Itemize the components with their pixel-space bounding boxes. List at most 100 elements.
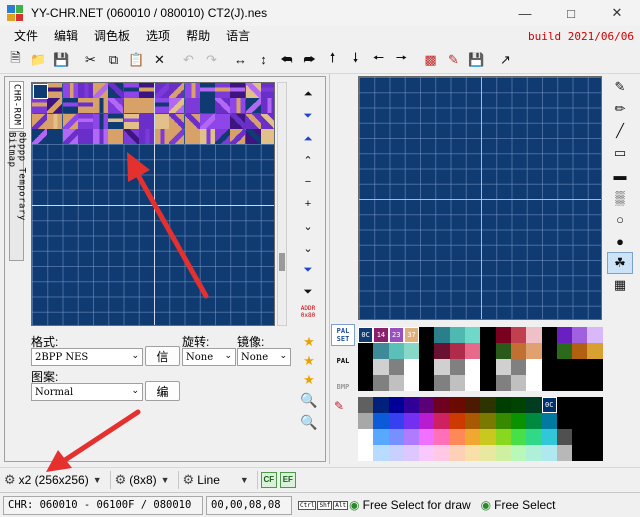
zoom-select[interactable]: ⚙ x2 (256x256) ▼ xyxy=(4,469,102,491)
master-palette-swatch[interactable] xyxy=(587,445,603,461)
palette-swatch[interactable] xyxy=(358,375,374,391)
palette-swatch[interactable] xyxy=(434,343,450,359)
palette-swatch[interactable] xyxy=(587,343,603,359)
palette-swatch[interactable] xyxy=(495,343,511,359)
palette-swatch[interactable] xyxy=(556,359,573,375)
palette-swatch[interactable] xyxy=(572,359,588,375)
master-palette-swatch[interactable] xyxy=(449,413,466,429)
master-palette-swatch[interactable] xyxy=(510,413,527,429)
master-palette-swatch[interactable] xyxy=(510,429,527,445)
master-palette-swatch[interactable] xyxy=(403,429,420,445)
palette-swatch[interactable]: 37 xyxy=(403,327,420,343)
master-palette-swatch[interactable] xyxy=(572,429,588,445)
palette-swatch[interactable] xyxy=(526,343,542,359)
master-palette-swatch[interactable] xyxy=(465,445,481,461)
master-palette-swatch[interactable] xyxy=(373,429,389,445)
palette-swatch[interactable] xyxy=(373,359,389,375)
tab-pal[interactable]: PAL xyxy=(331,350,355,372)
edit-pattern-button[interactable]: 编 xyxy=(145,381,180,401)
master-palette-swatch[interactable] xyxy=(434,413,450,429)
palette-swatch[interactable] xyxy=(419,327,435,343)
palette-swatch[interactable] xyxy=(510,343,527,359)
chr-tile-view[interactable] xyxy=(31,82,275,326)
new-file-icon[interactable]: 🗎 xyxy=(4,49,27,71)
palette-swatch[interactable] xyxy=(419,375,435,391)
master-palette-swatch[interactable] xyxy=(587,429,603,445)
master-palette-swatch[interactable] xyxy=(480,429,496,445)
master-palette-swatch[interactable] xyxy=(495,397,511,413)
shift-left-icon[interactable]: 🠔 xyxy=(367,49,390,71)
master-palette-swatch[interactable] xyxy=(495,429,511,445)
rectangle-icon[interactable]: ▭ xyxy=(607,142,633,164)
menu-help[interactable]: 帮助 xyxy=(178,26,218,46)
palette-swatch[interactable] xyxy=(587,327,603,343)
palette-swatch[interactable] xyxy=(510,327,527,343)
master-palette-swatch[interactable] xyxy=(480,413,496,429)
master-palette-swatch[interactable] xyxy=(465,429,481,445)
master-palette-swatch[interactable] xyxy=(526,397,542,413)
master-palette-swatch[interactable] xyxy=(510,397,527,413)
master-palette-swatch[interactable] xyxy=(373,413,389,429)
scroll-bottom-icon[interactable]: ⏷ xyxy=(295,281,321,303)
palette-swatch[interactable] xyxy=(572,343,588,359)
master-palette-swatch[interactable]: 0C xyxy=(541,397,557,413)
bookmark-next-icon[interactable]: ★ xyxy=(296,351,322,370)
zoom-in-icon[interactable]: 🔍 xyxy=(296,389,322,411)
ef-toggle[interactable]: EF xyxy=(279,471,296,488)
close-icon[interactable]: ✕ xyxy=(594,0,640,26)
shift-up-icon[interactable]: 🠕 xyxy=(321,49,344,71)
master-palette-swatch[interactable] xyxy=(556,413,573,429)
format-select[interactable]: 2BPP NES ⌄ xyxy=(31,348,143,366)
rotate-right-icon[interactable]: ⮫ xyxy=(298,49,321,71)
rotate-left-icon[interactable]: ⮪ xyxy=(275,49,298,71)
menu-file[interactable]: 文件 xyxy=(0,26,46,46)
palette-swatch[interactable] xyxy=(495,327,511,343)
master-palette-swatch[interactable] xyxy=(434,429,450,445)
palette-swatch[interactable] xyxy=(526,375,542,391)
master-palette-swatch[interactable] xyxy=(388,397,404,413)
circle-icon[interactable]: ○ xyxy=(607,208,633,230)
line-down-icon[interactable]: ⌄ xyxy=(295,215,321,237)
copy-icon[interactable]: ⧉ xyxy=(102,49,125,71)
palette-swatch[interactable] xyxy=(465,343,481,359)
palette-edit-icon[interactable]: ✎ xyxy=(442,49,465,71)
master-palette-swatch[interactable] xyxy=(403,413,420,429)
master-palette-swatch[interactable] xyxy=(358,413,374,429)
flip-horizontal-icon[interactable]: ↔ xyxy=(229,49,252,71)
master-palette-swatch[interactable] xyxy=(526,445,542,461)
line-tool-icon[interactable]: ╱ xyxy=(607,120,633,142)
tab-chr-rom[interactable]: CHR-ROM xyxy=(9,81,24,129)
shift-down-icon[interactable]: 🠗 xyxy=(344,49,367,71)
page-up-fast-icon[interactable]: ⏷ xyxy=(295,105,321,127)
palette-swatch[interactable]: 14 xyxy=(373,327,389,343)
chr-scrollbar[interactable] xyxy=(277,82,287,326)
byte-up-icon[interactable]: − xyxy=(295,171,321,193)
palette-swatch[interactable] xyxy=(419,343,435,359)
menu-edit[interactable]: 编辑 xyxy=(46,26,86,46)
master-palette-swatch[interactable] xyxy=(419,445,435,461)
master-palette-swatch[interactable] xyxy=(449,445,466,461)
palette-swatch[interactable]: 0C xyxy=(358,327,374,343)
tab-pal-set[interactable]: PAL SET xyxy=(331,324,355,346)
master-palette-swatch[interactable] xyxy=(587,413,603,429)
palette-swatch[interactable] xyxy=(358,359,374,375)
menu-palette[interactable]: 调色板 xyxy=(86,26,138,46)
master-palette-swatch[interactable] xyxy=(358,445,374,461)
master-palette-swatch[interactable] xyxy=(480,397,496,413)
master-palette-swatch[interactable] xyxy=(526,413,542,429)
palette-swatch[interactable] xyxy=(388,343,404,359)
bookmark-star-icon[interactable]: ★ xyxy=(296,332,322,351)
paste-icon[interactable]: 📋 xyxy=(125,49,148,71)
palette-swatch[interactable] xyxy=(495,359,511,375)
palette-swatch[interactable] xyxy=(465,359,481,375)
master-palette-swatch[interactable] xyxy=(358,397,374,413)
palette-swatch[interactable] xyxy=(465,375,481,391)
palette-swatch[interactable] xyxy=(434,375,450,391)
palette-swatch[interactable] xyxy=(480,375,496,391)
palette-icon[interactable]: ▩ xyxy=(419,49,442,71)
page-up-icon[interactable]: ⏷ xyxy=(295,127,321,149)
master-palette-swatch[interactable] xyxy=(373,445,389,461)
zoom-out-icon[interactable]: 🔍 xyxy=(296,411,322,433)
master-palette-swatch[interactable] xyxy=(403,445,420,461)
master-palette-swatch[interactable] xyxy=(572,397,588,413)
